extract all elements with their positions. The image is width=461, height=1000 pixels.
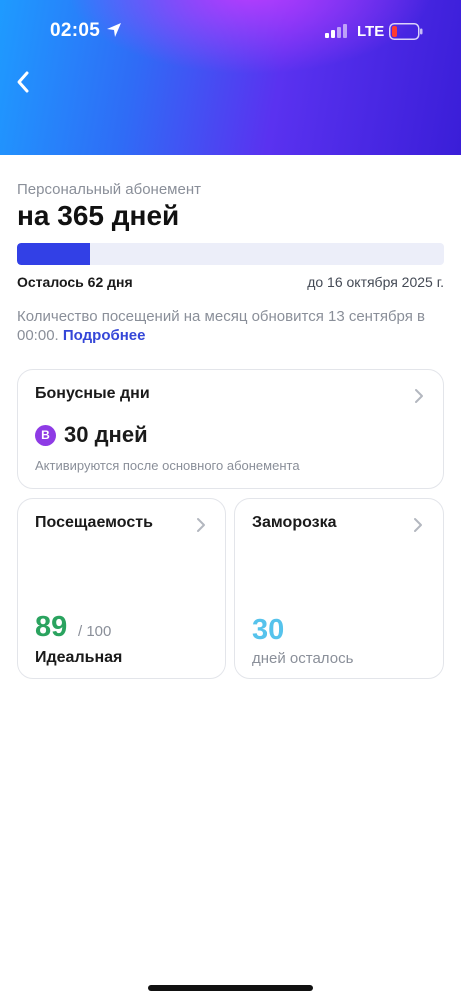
days-remaining: Осталось 62 дня	[17, 274, 133, 290]
more-details-link[interactable]: Подробнее	[63, 327, 146, 344]
home-indicator[interactable]	[148, 985, 313, 991]
bonus-days-value: 30 дней	[64, 422, 148, 447]
attendance-rating: Идеальная	[35, 649, 123, 666]
freeze-days-value: 30	[252, 614, 285, 646]
subscription-progress-fill	[17, 243, 90, 265]
bonus-card-title: Бонусные дни	[35, 385, 150, 402]
bonus-days-card[interactable]: Бонусные дни B 30 дней Активируются посл…	[17, 369, 444, 489]
header-banner: 02:05 LTE	[0, 0, 461, 155]
chevron-right-icon	[414, 518, 422, 532]
attendance-max: / 100	[78, 623, 112, 640]
signal-icon	[325, 24, 347, 38]
chevron-right-icon	[415, 389, 423, 403]
back-button[interactable]	[10, 66, 40, 98]
status-bar: 02:05 LTE	[0, 0, 461, 62]
subscription-type: Персональный абонемент	[17, 181, 201, 198]
visits-info: Количество посещений на месяц обновится …	[17, 307, 447, 345]
attendance-card[interactable]: Посещаемость 89 / 100 Идеальная	[17, 498, 226, 679]
battery-low-icon	[389, 23, 423, 40]
chevron-right-icon	[197, 518, 205, 532]
subscription-progress-bar	[17, 243, 444, 265]
freeze-days-label: дней осталось	[252, 650, 354, 667]
bonus-days-note: Активируются после основного абонемента	[35, 458, 300, 473]
subscription-title: на 365 дней	[17, 200, 180, 231]
freeze-card[interactable]: Заморозка 30 дней осталось	[234, 498, 444, 679]
freeze-card-title: Заморозка	[252, 514, 337, 531]
bonus-badge-icon: B	[35, 425, 56, 446]
status-time: 02:05	[50, 20, 101, 41]
network-type: LTE	[357, 23, 385, 40]
chevron-left-icon	[17, 71, 29, 93]
attendance-card-title: Посещаемость	[35, 514, 153, 531]
attendance-score: 89	[35, 611, 68, 643]
location-arrow-icon	[107, 23, 121, 37]
end-date: до 16 октября 2025 г.	[307, 274, 444, 290]
